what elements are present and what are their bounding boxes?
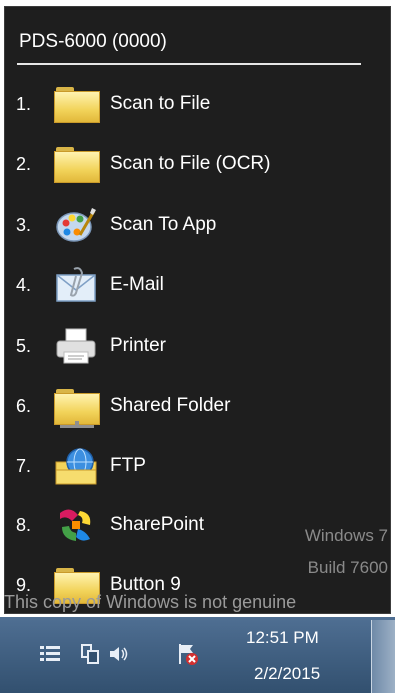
clock-date[interactable]: 2/2/2015: [254, 664, 320, 684]
folder-icon: [54, 82, 104, 126]
sharepoint-icon: [54, 503, 104, 547]
email-icon: [54, 263, 104, 307]
folder-icon: [54, 142, 104, 186]
menu-item-scan-to-file-ocr[interactable]: 2. Scan to File (OCR): [12, 140, 372, 188]
menu-item-scan-to-app[interactable]: 3. Scan To App: [12, 201, 372, 249]
windows-watermark-line1: Windows 7: [304, 526, 388, 545]
item-number: 2.: [16, 153, 32, 174]
windows-watermark-line3: This copy of Windows is not genuine: [4, 592, 297, 612]
item-label: E-Mail: [110, 274, 164, 295]
ftp-icon: [54, 444, 104, 488]
action-center-flag-icon[interactable]: [176, 642, 200, 666]
item-number: 1.: [16, 93, 32, 114]
item-label: Shared Folder: [110, 395, 231, 416]
windows-watermark-line2: Build 7600: [307, 558, 388, 577]
shared-folder-icon: [54, 384, 104, 428]
item-label: Scan to File (OCR): [110, 153, 271, 174]
menu-item-email[interactable]: 4. E-Mail: [12, 261, 372, 309]
menu-item-ftp[interactable]: 7. FTP: [12, 442, 372, 490]
printer-icon: [54, 324, 104, 368]
item-number: 7.: [16, 455, 32, 476]
item-label: Printer: [110, 335, 166, 356]
item-label: SharePoint: [110, 514, 205, 535]
network-icon[interactable]: [78, 642, 102, 666]
item-number: 4.: [16, 274, 32, 295]
clock-time[interactable]: 12:51 PM: [246, 628, 319, 648]
list-icon[interactable]: [38, 642, 62, 666]
item-number: 3.: [16, 214, 32, 235]
paint-palette-icon: [54, 203, 104, 247]
speaker-icon[interactable]: [106, 642, 130, 666]
show-desktop-button[interactable]: [371, 620, 395, 693]
item-label: Scan To App: [110, 214, 217, 235]
menu-item-shared-folder[interactable]: 6. Shared Folder: [12, 382, 372, 430]
panel-title: PDS-6000 (0000): [19, 31, 167, 52]
menu-item-printer[interactable]: 5. Printer: [12, 322, 372, 370]
item-label: FTP: [110, 455, 146, 476]
item-label: Scan to File: [110, 93, 211, 114]
item-number: 6.: [16, 395, 32, 416]
menu-item-scan-to-file[interactable]: 1. Scan to File: [12, 80, 372, 128]
item-number: 5.: [16, 335, 32, 356]
item-number: 8.: [16, 514, 32, 535]
title-divider: [17, 63, 361, 65]
